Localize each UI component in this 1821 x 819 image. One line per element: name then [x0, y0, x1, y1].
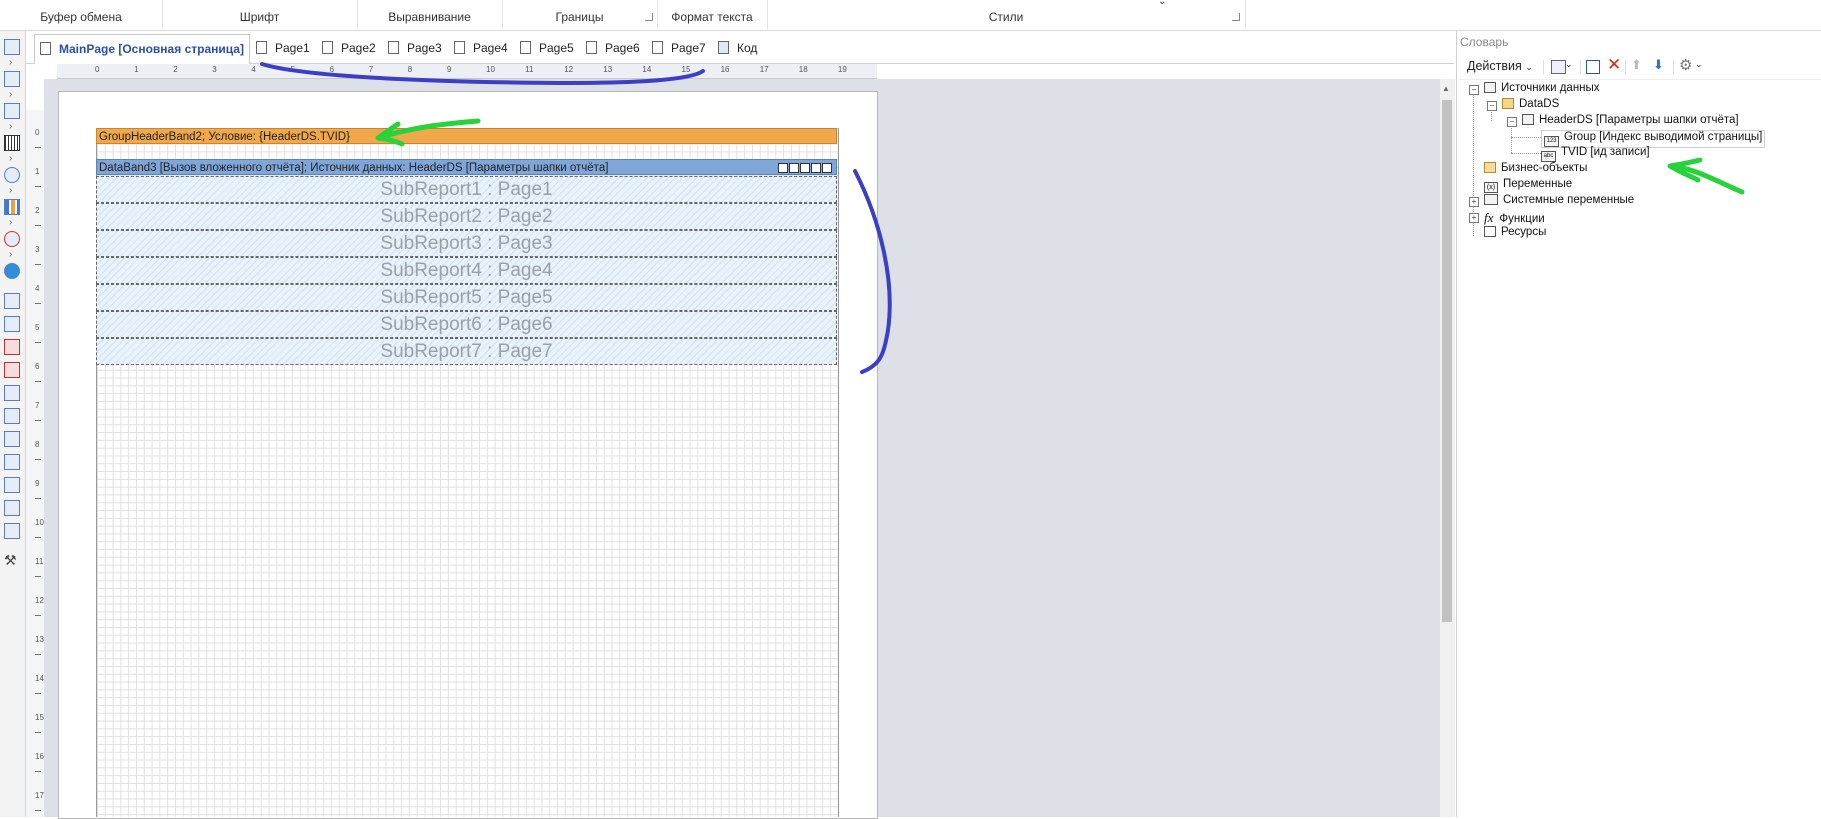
green-arrow-annotation-report [375, 118, 481, 147]
blue-bracket-annotation [853, 169, 892, 374]
annotation-overlay [260, 62, 1745, 374]
green-arrow-annotation-dictionary [1667, 157, 1745, 195]
blue-underline-annotation [260, 62, 705, 86]
